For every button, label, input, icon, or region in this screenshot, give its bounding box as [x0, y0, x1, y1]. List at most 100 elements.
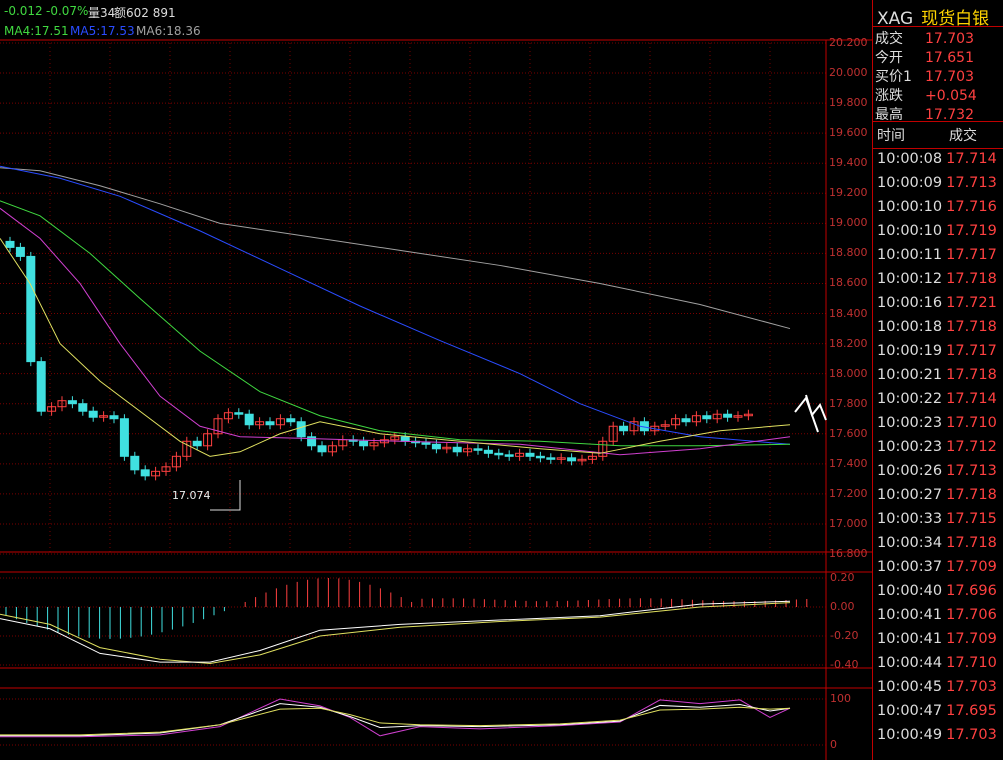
tick-time: 10:00:12 [877, 271, 943, 287]
quote-panel: XAG 现货白银 成交 17.703 今开 17.651 买价1 17.703 涨跌 +0.05… [872, 0, 1003, 760]
tick-row: 10:00:21 17.718 [877, 367, 997, 391]
chart-svg [0, 39, 872, 760]
tick-time: 10:00:33 [877, 511, 943, 527]
price-tick-label: 17.600 [829, 426, 868, 440]
quote-row: 今开 17.651 [875, 47, 974, 66]
tick-price: 17.712 [946, 439, 997, 455]
tick-time: 10:00:22 [877, 391, 943, 407]
candle-body [130, 455, 140, 471]
tick-time: 10:00:45 [877, 679, 943, 695]
tick-time: 10:00:37 [877, 559, 943, 575]
candle-body [567, 457, 577, 462]
tick-row: 10:00:41 17.706 [877, 607, 997, 631]
tick-row: 10:00:08 17.714 [877, 151, 997, 175]
tick-price: 17.715 [946, 511, 997, 527]
tick-row: 10:00:10 17.716 [877, 199, 997, 223]
quote-label: 买价1 [875, 69, 912, 85]
tick-row: 10:00:44 17.710 [877, 655, 997, 679]
price-tick-label: 18.600 [829, 276, 868, 290]
low-price-marker: 17.074 [172, 489, 211, 502]
tick-row: 10:00:18 17.718 [877, 319, 997, 343]
tick-row: 10:00:26 17.713 [877, 463, 997, 487]
kline-chart-area[interactable]: -0.012 -0.07% 量34 额602 891 MA4:17.51 MA5… [0, 0, 872, 760]
price-tick-label: 19.400 [829, 156, 868, 170]
tick-price: 17.718 [946, 487, 997, 503]
kdj-tick-label: 100 [830, 692, 851, 705]
tick-price: 17.719 [946, 223, 997, 239]
tick-price: 17.709 [946, 631, 997, 647]
quote-row: 买价1 17.703 [875, 66, 974, 85]
tick-row: 10:00:11 17.717 [877, 247, 997, 271]
candle-body [525, 452, 535, 457]
price-tick-label: 17.200 [829, 486, 868, 500]
tick-price: 17.713 [946, 175, 997, 191]
candle-body [359, 440, 369, 447]
tick-time: 10:00:23 [877, 415, 943, 431]
candle-body [265, 421, 275, 426]
divider [873, 121, 1003, 122]
tick-row: 10:00:49 17.703 [877, 727, 997, 751]
tick-price: 17.703 [946, 727, 997, 743]
candle-body [452, 446, 462, 453]
tick-price: 17.714 [946, 151, 997, 167]
tick-price: 17.718 [946, 319, 997, 335]
candle-body [26, 255, 36, 363]
price-tick-label: 18.800 [829, 246, 868, 260]
price-tick-label: 19.600 [829, 126, 868, 140]
divider [873, 26, 1003, 27]
candle-body [494, 452, 504, 456]
quote-label: 涨跌 [875, 88, 903, 104]
candle-body [88, 410, 98, 418]
tick-price: 17.695 [946, 703, 997, 719]
price-tick-label: 18.200 [829, 336, 868, 350]
price-tick-label: 18.000 [829, 366, 868, 380]
macd-tick-label: 0.20 [830, 571, 855, 584]
tick-price: 17.721 [946, 295, 997, 311]
tick-price: 17.710 [946, 415, 997, 431]
trend-arrow [805, 394, 819, 433]
candle-body [244, 413, 254, 426]
tick-row: 10:00:33 17.715 [877, 511, 997, 535]
price-tick-label: 20.200 [829, 36, 868, 49]
candle-body [286, 418, 296, 423]
quote-value: 17.651 [925, 50, 974, 66]
candle-body [119, 418, 129, 457]
tick-price: 17.716 [946, 199, 997, 215]
ticks-header: 时间 成交 [877, 125, 999, 144]
quote-row: 涨跌 +0.054 [875, 85, 977, 104]
price-tick-label: 19.000 [829, 216, 868, 230]
tick-time: 10:00:18 [877, 319, 943, 335]
tick-row: 10:00:09 17.713 [877, 175, 997, 199]
ticks-header-price: 成交 [949, 128, 977, 144]
tick-time: 10:00:09 [877, 175, 943, 191]
candle-body [140, 469, 150, 477]
tick-price: 17.718 [946, 367, 997, 383]
tick-time: 10:00:10 [877, 223, 943, 239]
candle-body [431, 443, 441, 450]
tick-row: 10:00:41 17.709 [877, 631, 997, 655]
price-tick-label: 20.000 [829, 66, 868, 80]
quote-label: 今开 [875, 50, 903, 66]
price-tick-label: 18.400 [829, 306, 868, 320]
tick-row: 10:00:47 17.695 [877, 703, 997, 727]
tick-price: 17.718 [946, 535, 997, 551]
tick-row: 10:00:19 17.717 [877, 343, 997, 367]
macd-tick-label: -0.40 [830, 658, 859, 671]
tick-row: 10:00:23 17.710 [877, 415, 997, 439]
tick-time: 10:00:40 [877, 583, 943, 599]
kdj-tick-label: 0 [830, 738, 837, 751]
tick-time: 10:00:16 [877, 295, 943, 311]
candle-body [473, 448, 483, 451]
quote-label: 成交 [875, 31, 903, 47]
kdj-d [0, 706, 791, 736]
divider [873, 148, 1003, 149]
quote-value: 17.703 [925, 31, 974, 47]
tick-price: 17.703 [946, 679, 997, 695]
macd-dea [0, 602, 791, 665]
tick-time: 10:00:21 [877, 367, 943, 383]
tick-price: 17.713 [946, 463, 997, 479]
candle-body [109, 415, 119, 420]
tick-time: 10:00:19 [877, 343, 943, 359]
tick-row: 10:00:16 17.721 [877, 295, 997, 319]
tick-row: 10:00:10 17.719 [877, 223, 997, 247]
